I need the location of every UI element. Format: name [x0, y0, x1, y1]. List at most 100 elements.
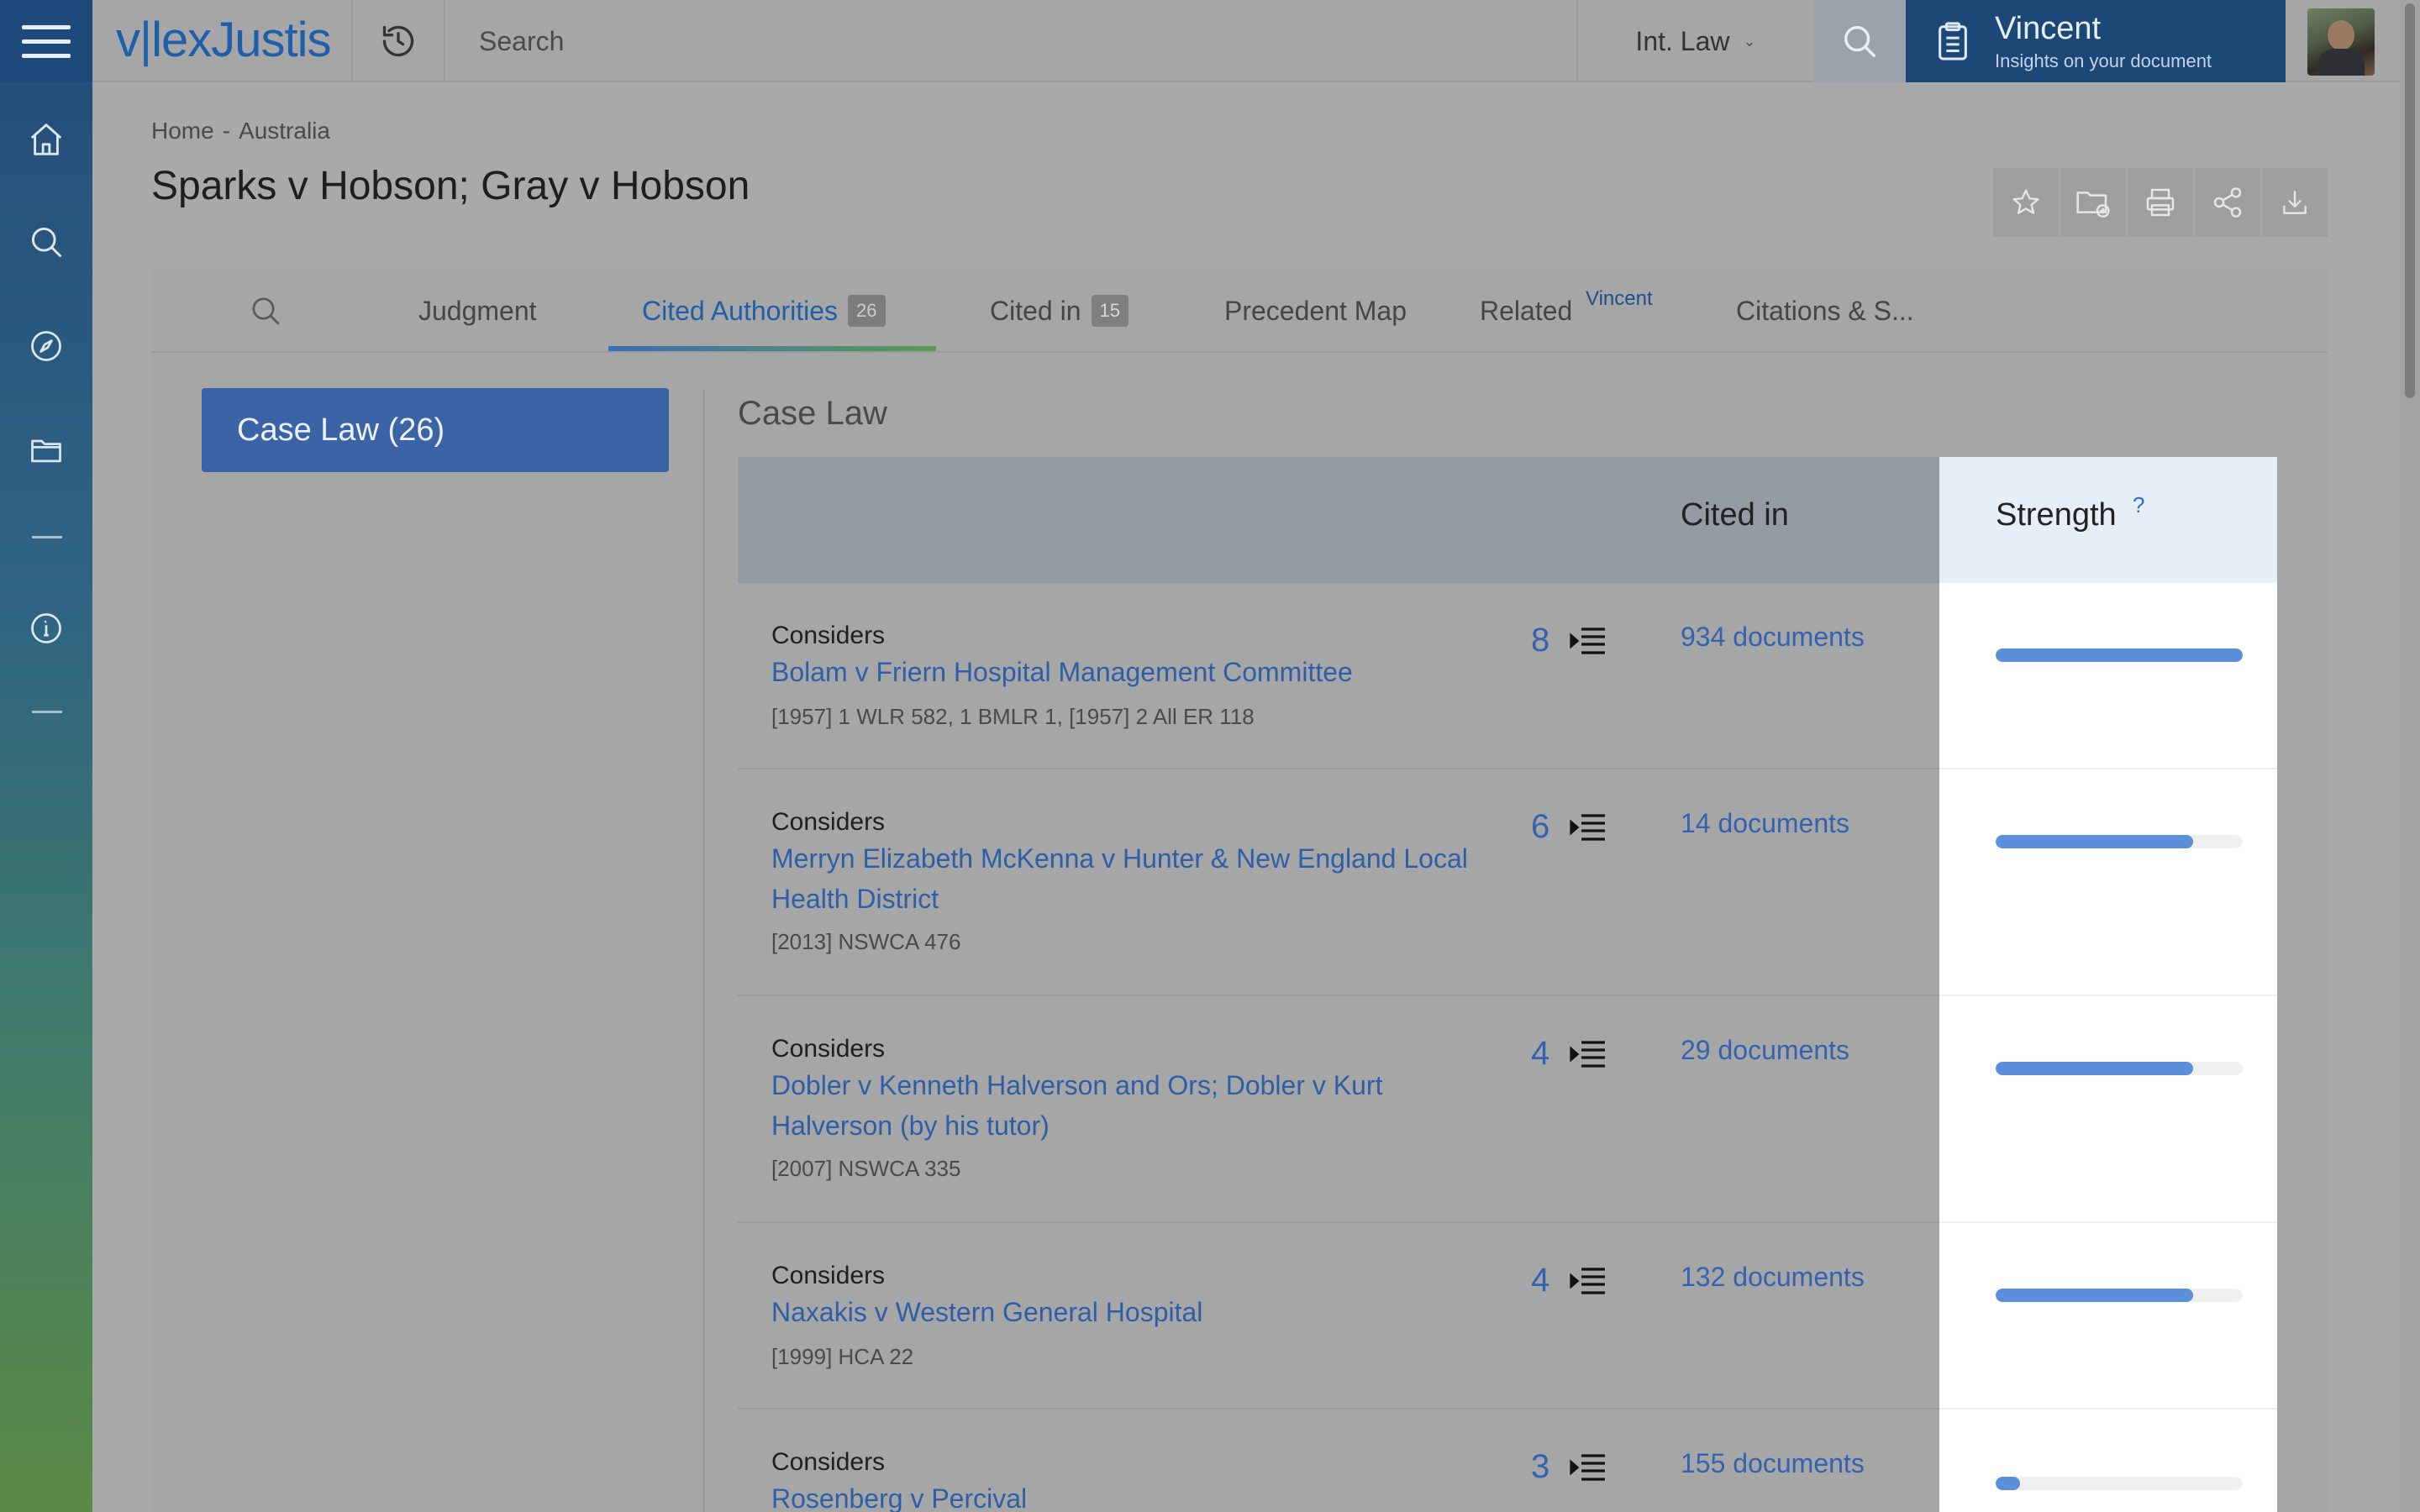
- search-icon[interactable]: [26, 222, 66, 262]
- tab-related[interactable]: Related: [1480, 269, 1572, 353]
- print-button[interactable]: [2128, 168, 2193, 237]
- vincent-button[interactable]: Vincent Insights on your document: [1906, 0, 2286, 82]
- tab-related-vincent-badge: Vincent: [1586, 287, 1653, 310]
- home-icon[interactable]: [26, 119, 66, 160]
- list-indent-icon[interactable]: [1570, 1452, 1607, 1488]
- strength-meter-fill: [1996, 648, 2243, 662]
- cited-in-link[interactable]: 934 documents: [1681, 622, 1865, 653]
- search-input[interactable]: [447, 0, 1576, 82]
- citation-count[interactable]: 8: [1531, 622, 1549, 659]
- folder-add-icon: [2076, 192, 2110, 218]
- search-icon: [1844, 25, 1876, 57]
- relation-type: Considers: [771, 1448, 886, 1476]
- strength-meter: [1996, 1289, 2243, 1302]
- tab-cited-in[interactable]: Cited in 15: [990, 269, 1128, 353]
- row-divider: [1939, 768, 2277, 769]
- search-button[interactable]: [1813, 0, 1906, 82]
- strength-help-link[interactable]: ?: [2133, 492, 2144, 518]
- tab-count-badge: 15: [1091, 295, 1128, 327]
- citation-count[interactable]: 3: [1531, 1448, 1549, 1486]
- citation-count[interactable]: 4: [1531, 1262, 1549, 1299]
- tab-citations[interactable]: Citations & S...: [1736, 269, 1914, 353]
- filter-case-law[interactable]: Case Law (26): [202, 388, 669, 472]
- add-to-folder-button[interactable]: [2060, 168, 2126, 237]
- menu-icon-line: [22, 39, 71, 44]
- menu-button[interactable]: [0, 0, 92, 82]
- document-actions: [1993, 168, 2328, 237]
- jurisdiction-value: Int. Law: [1635, 25, 1730, 56]
- case-link[interactable]: Naxakis v Western General Hospital: [771, 1292, 1494, 1332]
- section-title: Case Law: [738, 395, 887, 432]
- table-row: Considers Bolam v Friern Hospital Manage…: [738, 583, 1939, 769]
- history-button[interactable]: [351, 0, 445, 82]
- relation-type: Considers: [771, 622, 886, 649]
- active-tab-indicator: [608, 346, 936, 351]
- table-row: Considers Dobler v Kenneth Halverson and…: [738, 996, 1939, 1223]
- sidebar-divider: [32, 536, 62, 538]
- column-header-cited-in[interactable]: Cited in: [1681, 497, 1789, 533]
- tab-cited-authorities[interactable]: Cited Authorities 26: [642, 269, 886, 353]
- scrollbar-thumb[interactable]: [2405, 3, 2415, 398]
- case-citation: [2013] NSWCA 476: [771, 929, 961, 954]
- cited-in-link[interactable]: 29 documents: [1681, 1035, 1849, 1066]
- case-citation: [1999] HCA 22: [771, 1344, 914, 1369]
- strength-meter-fill: [1996, 835, 2194, 848]
- list-indent-icon[interactable]: [1570, 811, 1607, 848]
- breadcrumb-home[interactable]: Home: [151, 118, 214, 144]
- case-citation: [1957] 1 WLR 582, 1 BMLR 1, [1957] 2 All…: [771, 704, 1255, 729]
- citation-count[interactable]: 6: [1531, 808, 1549, 846]
- compass-icon[interactable]: [26, 326, 66, 366]
- strength-meter-fill: [1996, 1289, 2194, 1302]
- search-icon: [252, 297, 280, 325]
- top-bar: v|lexJustis Int. Law ⌄ Vincent Insights …: [0, 0, 2420, 82]
- breadcrumb: Home - Australia: [151, 118, 330, 144]
- row-divider: [1939, 995, 2277, 996]
- list-indent-icon[interactable]: [1570, 1265, 1607, 1301]
- strength-column: [1939, 457, 2277, 1512]
- row-divider: [1939, 1221, 2277, 1223]
- case-link[interactable]: Dobler v Kenneth Halverson and Ors; Dobl…: [771, 1065, 1494, 1146]
- case-link[interactable]: Rosenberg v Percival: [771, 1478, 1494, 1512]
- vlex-logo[interactable]: v|lexJustis: [116, 12, 331, 68]
- page-scrollbar[interactable]: [2400, 0, 2420, 1512]
- info-icon[interactable]: [26, 608, 66, 648]
- cited-in-link[interactable]: 132 documents: [1681, 1262, 1865, 1293]
- share-button[interactable]: [2195, 168, 2260, 237]
- strength-meter: [1996, 648, 2243, 662]
- tab-search[interactable]: [249, 269, 282, 353]
- tab-judgment[interactable]: Judgment: [418, 269, 537, 353]
- relation-type: Considers: [771, 1262, 886, 1289]
- breadcrumb-separator: -: [222, 118, 231, 144]
- case-citation: [2007] NSWCA 335: [771, 1156, 961, 1181]
- tab-label: Judgment: [418, 295, 537, 326]
- row-divider: [1939, 1408, 2277, 1410]
- filter-label: Case Law (26): [237, 412, 445, 448]
- case-link[interactable]: Merryn Elizabeth McKenna v Hunter & New …: [771, 838, 1494, 919]
- vincent-text: Vincent Insights on your document: [1995, 11, 2212, 72]
- folder-icon[interactable]: [26, 430, 66, 470]
- table-row: Considers Naxakis v Western General Hosp…: [738, 1223, 1939, 1410]
- left-sidebar: [0, 82, 92, 1512]
- strength-meter: [1996, 835, 2243, 848]
- download-button[interactable]: [2262, 168, 2328, 237]
- logo-text: lexJustis: [151, 13, 331, 67]
- table-row: Considers Merryn Elizabeth McKenna v Hun…: [738, 769, 1939, 996]
- breadcrumb-australia[interactable]: Australia: [239, 118, 330, 144]
- favorite-button[interactable]: [1993, 168, 2059, 237]
- list-indent-icon[interactable]: [1570, 625, 1607, 661]
- list-indent-icon[interactable]: [1570, 1038, 1607, 1074]
- tab-precedent-map[interactable]: Precedent Map: [1224, 269, 1407, 353]
- star-icon: [2012, 189, 2039, 214]
- column-header-strength[interactable]: Strength: [1996, 497, 2117, 533]
- history-icon: [382, 25, 414, 57]
- tab-label: Cited Authorities: [642, 295, 839, 326]
- jurisdiction-select[interactable]: Int. Law ⌄: [1576, 0, 1813, 82]
- cited-in-link[interactable]: 14 documents: [1681, 808, 1849, 839]
- avatar-face: [2328, 20, 2354, 50]
- case-link[interactable]: Bolam v Friern Hospital Management Commi…: [771, 652, 1494, 692]
- cited-in-link[interactable]: 155 documents: [1681, 1448, 1865, 1479]
- citation-count[interactable]: 4: [1531, 1035, 1549, 1073]
- avatar[interactable]: [2307, 8, 2375, 76]
- relation-type: Considers: [771, 808, 886, 836]
- share-icon: [2213, 187, 2242, 218]
